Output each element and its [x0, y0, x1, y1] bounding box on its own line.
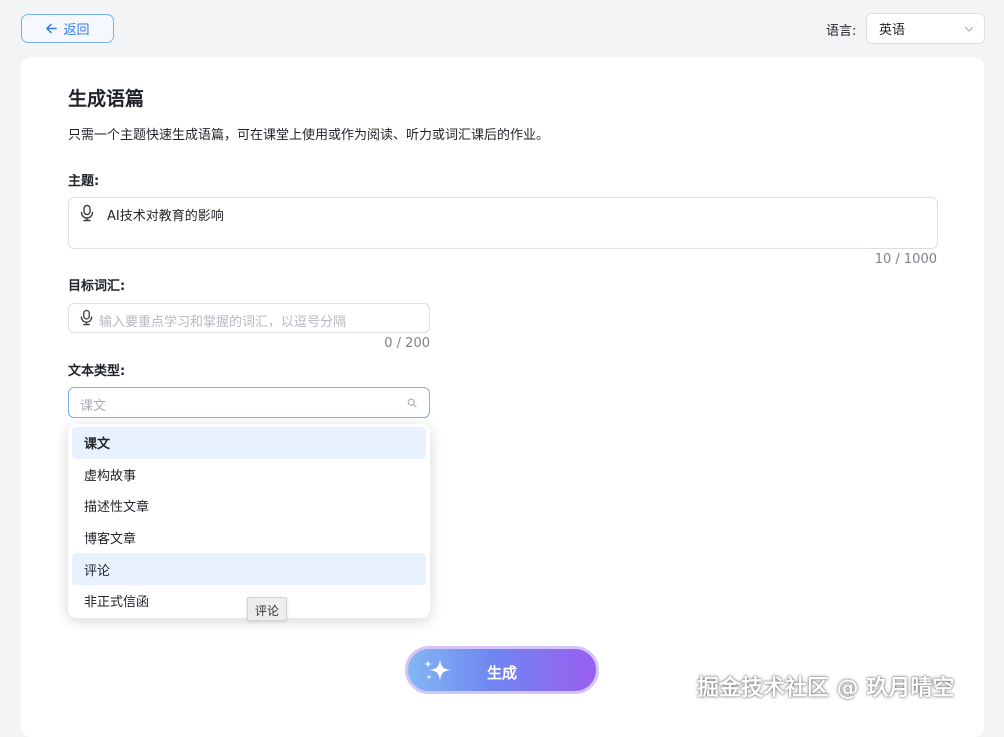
- topic-label: 主题:: [68, 174, 100, 189]
- topic-counter: 10 / 1000: [874, 252, 937, 267]
- option-tooltip: 评论: [247, 597, 288, 621]
- text-type-dropdown: 课文 虚构故事 描述性文章 博客文章 评论 非正式信函: [68, 424, 430, 618]
- page-description: 只需一个主题快速生成语篇，可在课堂上使用或作为阅读、听力或词汇课后的作业。: [68, 128, 550, 143]
- chevron-down-icon: [964, 26, 974, 32]
- topic-input[interactable]: AI技术对教育的影响: [68, 197, 938, 249]
- dropdown-option[interactable]: 博客文章: [72, 522, 426, 554]
- text-type-placeholder: 课文: [80, 399, 107, 414]
- text-type-label: 文本类型:: [68, 364, 126, 379]
- language-label: 语言:: [826, 24, 857, 39]
- generate-button[interactable]: 生成: [405, 646, 599, 694]
- text-type-select[interactable]: 课文: [68, 387, 430, 418]
- language-select[interactable]: 英语: [866, 13, 985, 44]
- dropdown-option[interactable]: 课文: [72, 427, 426, 459]
- vocab-label: 目标词汇:: [68, 279, 126, 294]
- dropdown-option[interactable]: 描述性文章: [72, 490, 426, 522]
- back-button-label: 返回: [63, 23, 90, 38]
- topic-value: AI技术对教育的影响: [107, 209, 224, 224]
- microphone-icon[interactable]: [79, 204, 95, 222]
- page-title: 生成语篇: [68, 88, 145, 110]
- vocab-input[interactable]: 输入要重点学习和掌握的词汇，以逗号分隔: [68, 303, 430, 333]
- microphone-icon[interactable]: [79, 309, 94, 326]
- dropdown-option[interactable]: 评论: [72, 553, 426, 585]
- vocab-counter: 0 / 200: [384, 336, 430, 351]
- back-button[interactable]: 返回: [21, 14, 114, 43]
- dropdown-option[interactable]: 虚构故事: [72, 459, 426, 491]
- generate-label: 生成: [486, 664, 517, 682]
- search-icon: [407, 398, 417, 408]
- arrow-left-icon: [46, 23, 58, 34]
- language-value: 英语: [879, 23, 906, 38]
- watermark: 掘金技术社区 @ 玖月晴空: [697, 676, 955, 701]
- vocab-placeholder: 输入要重点学习和掌握的词汇，以逗号分隔: [99, 315, 347, 330]
